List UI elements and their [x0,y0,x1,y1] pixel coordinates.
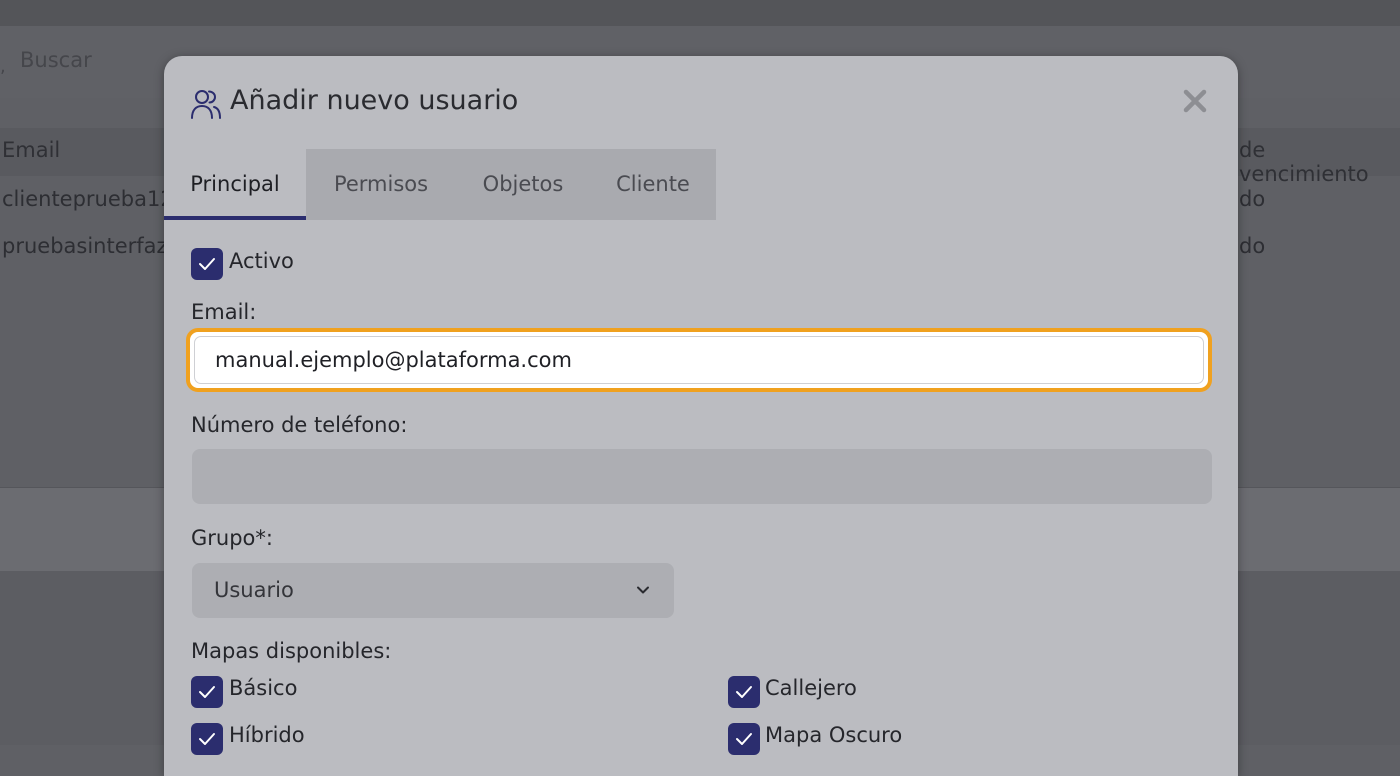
email-field[interactable] [194,336,1204,384]
maps-label: Mapas disponibles: [191,639,392,663]
close-icon[interactable] [1178,84,1212,118]
active-checkbox[interactable] [191,248,223,280]
check-icon [736,686,752,698]
table-row-vencimiento: do [1239,234,1266,258]
map-checkbox-callejero[interactable] [728,676,760,708]
group-select[interactable]: Usuario [192,563,674,618]
background-topbar [0,0,1400,26]
email-label: Email: [191,300,257,324]
check-icon [199,733,215,745]
phone-field[interactable] [192,449,1212,504]
background-search-placeholder: Buscar [20,48,92,72]
column-header-email: Email [2,138,61,162]
map-checkbox-hibrido[interactable] [191,723,223,755]
check-icon [736,733,752,745]
map-label-callejero: Callejero [765,676,857,700]
map-checkbox-mapa-oscuro[interactable] [728,723,760,755]
map-label-hibrido: Híbrido [229,723,305,747]
group-select-value: Usuario [214,578,294,602]
email-focus-ring [186,328,1212,392]
chevron-down-icon [636,582,650,601]
map-label-basico: Básico [229,676,298,700]
tab-cliente[interactable]: Cliente [590,149,716,220]
check-icon [199,258,215,270]
group-label: Grupo*: [191,526,273,550]
active-label: Activo [229,249,294,273]
column-header-vencimiento: de vencimiento [1239,138,1369,186]
modal-tabs: Principal Permisos Objetos Cliente [164,149,716,220]
add-user-modal: Añadir nuevo usuario Principal Permisos … [164,56,1238,776]
table-row-email: pruebasinterfaz [2,234,168,258]
phone-label: Número de teléfono: [191,413,408,437]
modal-header: Añadir nuevo usuario [164,56,1238,149]
table-row-vencimiento: do [1239,187,1266,211]
users-icon [190,86,222,120]
search-icon: , [0,56,6,77]
table-row-email: clienteprueba12 [2,187,174,211]
tab-permisos[interactable]: Permisos [306,149,456,220]
map-label-mapa-oscuro: Mapa Oscuro [765,723,903,747]
map-checkbox-basico[interactable] [191,676,223,708]
tab-principal[interactable]: Principal [164,149,306,220]
modal-title: Añadir nuevo usuario [230,85,519,116]
tab-objetos[interactable]: Objetos [456,149,590,220]
check-icon [199,686,215,698]
